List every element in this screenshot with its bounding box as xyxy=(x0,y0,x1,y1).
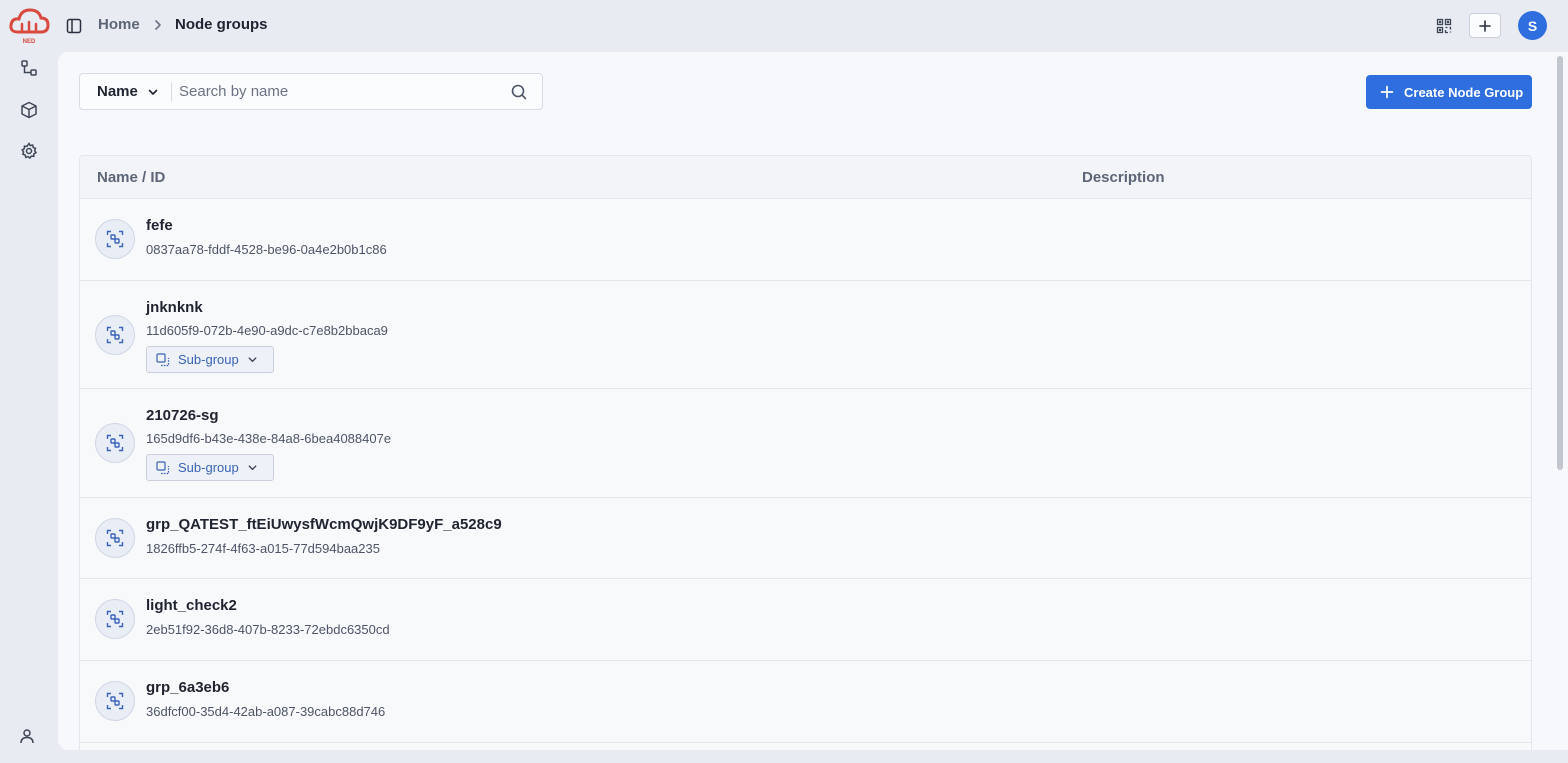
table-row[interactable]: light_check2 2eb51f92-36d8-407b-8233-72e… xyxy=(80,579,1531,661)
main-panel: Name Create Node Group Name / ID Descrip… xyxy=(58,52,1568,750)
settings-icon[interactable] xyxy=(17,139,41,163)
chevron-down-icon xyxy=(248,357,257,363)
node-groups-table: Name / ID Description fefe 0837aa78-fddf… xyxy=(79,155,1532,750)
scrollbar[interactable] xyxy=(1555,56,1565,750)
package-icon[interactable] xyxy=(17,98,41,122)
search-icon[interactable] xyxy=(510,83,528,101)
row-id: 165d9df6-b43e-438e-84a8-6bea4088407e xyxy=(146,431,392,446)
row-name[interactable]: fefe xyxy=(146,217,173,234)
row-name[interactable]: light_check2 xyxy=(146,597,237,614)
sub-group-dropdown[interactable]: Sub-group xyxy=(146,346,274,373)
toolbar: Name Create Node Group xyxy=(58,52,1558,136)
plus-icon xyxy=(1380,85,1394,99)
page-title: Node groups xyxy=(175,16,268,33)
sub-group-label: Sub-group xyxy=(178,460,239,475)
search-box: Name xyxy=(79,73,543,110)
node-group-icon xyxy=(95,315,135,355)
nodes-icon[interactable] xyxy=(17,56,41,80)
chevron-right-icon xyxy=(151,17,165,33)
left-rail: NED xyxy=(0,0,58,763)
table-row[interactable]: grp_6a3eb6 36dfcf00-35d4-42ab-a087-39cab… xyxy=(80,661,1531,743)
plus-icon xyxy=(1479,19,1491,32)
node-group-icon xyxy=(95,599,135,639)
qr-code-icon[interactable] xyxy=(1432,14,1456,38)
table-row[interactable]: grp_QATEST_ftEiUwysfWcmQwjK9DF9yF_a528c9… xyxy=(80,498,1531,579)
top-bar: Home Node groups S xyxy=(58,0,1568,52)
chevron-down-icon xyxy=(248,465,257,471)
user-icon[interactable] xyxy=(15,724,39,748)
add-button[interactable] xyxy=(1469,13,1501,38)
logo[interactable]: NED xyxy=(8,6,50,46)
node-group-icon xyxy=(95,423,135,463)
create-node-group-label: Create Node Group xyxy=(1404,84,1524,100)
breadcrumb-home[interactable]: Home xyxy=(98,16,140,33)
create-node-group-button[interactable]: Create Node Group xyxy=(1366,75,1532,109)
row-id: 0837aa78-fddf-4528-be96-0a4e2b0b1c86 xyxy=(146,242,387,257)
logo-text: NED xyxy=(23,39,36,45)
search-field-label: Name xyxy=(97,83,138,100)
search-divider xyxy=(171,82,172,102)
table-row[interactable]: 210726-sg 165d9df6-b43e-438e-84a8-6bea40… xyxy=(80,389,1531,498)
column-header-name[interactable]: Name / ID xyxy=(97,169,165,186)
row-id: 1826ffb5-274f-4f63-a015-77d594baa235 xyxy=(146,541,380,556)
sidebar-toggle-icon[interactable] xyxy=(62,14,86,38)
node-group-icon xyxy=(95,219,135,259)
row-id: 11d605f9-072b-4e90-a9dc-c7e8b2bbaca9 xyxy=(146,323,388,338)
node-group-icon xyxy=(95,518,135,558)
sub-group-icon xyxy=(156,352,170,366)
row-name[interactable]: jnknknk xyxy=(146,299,203,316)
search-field-select[interactable]: Name xyxy=(80,74,172,109)
column-header-description[interactable]: Description xyxy=(1082,169,1165,186)
chevron-down-icon xyxy=(148,89,158,95)
row-id: 2eb51f92-36d8-407b-8233-72ebdc6350cd xyxy=(146,622,390,637)
avatar[interactable]: S xyxy=(1518,11,1547,40)
search-input[interactable] xyxy=(179,75,499,108)
scrollbar-thumb[interactable] xyxy=(1557,56,1563,470)
table-header: Name / ID Description xyxy=(80,156,1531,199)
table-row[interactable]: fefe 0837aa78-fddf-4528-be96-0a4e2b0b1c8… xyxy=(80,199,1531,281)
row-name[interactable]: grp_6a3eb6 xyxy=(146,679,229,696)
table-row[interactable]: jnknknk 11d605f9-072b-4e90-a9dc-c7e8b2bb… xyxy=(80,281,1531,389)
row-name[interactable]: 210726-sg xyxy=(146,407,219,424)
sub-group-dropdown[interactable]: Sub-group xyxy=(146,454,274,481)
row-name[interactable]: grp_QATEST_ftEiUwysfWcmQwjK9DF9yF_a528c9 xyxy=(146,516,502,533)
node-group-icon xyxy=(95,681,135,721)
row-id: 36dfcf00-35d4-42ab-a087-39cabc88d746 xyxy=(146,704,386,719)
sub-group-label: Sub-group xyxy=(178,352,239,367)
sub-group-icon xyxy=(156,460,170,474)
